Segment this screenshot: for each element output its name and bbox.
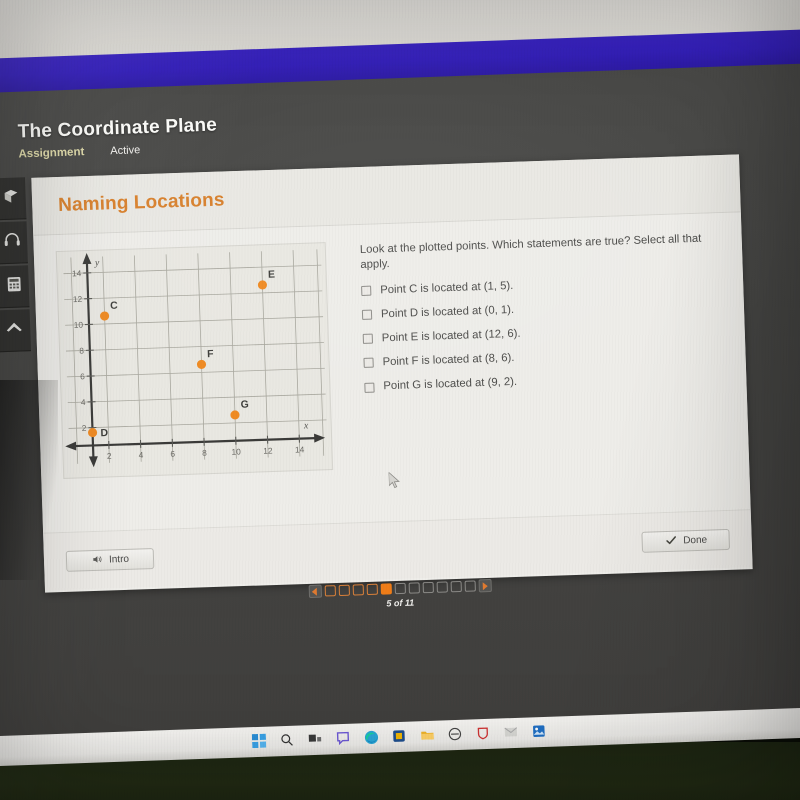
- assignment-label: Assignment: [18, 146, 85, 161]
- speaker-icon: [91, 553, 103, 567]
- pagination-square[interactable]: [422, 581, 434, 594]
- y-axis-arrow: [82, 253, 92, 265]
- monitor-photo: The Coordinate Plane Assignment Active N…: [0, 0, 800, 800]
- svg-text:10: 10: [74, 320, 84, 330]
- answer-option[interactable]: Point E is located at (12, 6).: [362, 321, 719, 346]
- pagination-square[interactable]: [338, 584, 350, 597]
- svg-text:8: 8: [79, 345, 84, 355]
- data-point-d: [88, 428, 98, 438]
- question-prompt: Look at the plotted points. Which statem…: [359, 232, 702, 271]
- pagination-square[interactable]: [366, 583, 378, 596]
- checkbox-icon[interactable]: [364, 382, 375, 393]
- shield-icon[interactable]: [476, 726, 493, 743]
- status-badge: Active: [110, 144, 141, 158]
- graph-svg: y x 14 12 10 8 6 4 2 2 4 6 8 10 12 14 CD…: [63, 249, 327, 468]
- pagination-square[interactable]: [408, 582, 420, 594]
- answer-option-label: Point E is located at (12, 6).: [381, 327, 521, 345]
- x-axis-arrow-left: [65, 441, 77, 451]
- x-axis-label: x: [303, 420, 309, 431]
- file-explorer-icon[interactable]: [420, 728, 437, 745]
- chevron-up-icon: [4, 317, 25, 343]
- triangle-left-icon: [311, 587, 317, 596]
- circle-slash-icon[interactable]: [448, 727, 465, 744]
- task-view-icon[interactable]: [308, 732, 325, 749]
- rail-item-audio[interactable]: [0, 221, 28, 265]
- answer-option-label: Point G is located at (9, 2).: [383, 375, 518, 393]
- chat-icon[interactable]: [336, 731, 353, 748]
- x-tick-labels: 2 4 6 8 10 12 14: [107, 444, 305, 461]
- checkbox-icon[interactable]: [361, 285, 372, 297]
- answer-option-label: Point F is located at (8, 6).: [382, 351, 515, 369]
- checkbox-icon[interactable]: [362, 334, 374, 345]
- svg-text:12: 12: [263, 445, 273, 455]
- headphones-icon: [3, 230, 22, 254]
- svg-text:2: 2: [82, 423, 87, 433]
- activity-title: Naming Locations: [57, 188, 225, 216]
- pagination-square[interactable]: [352, 584, 364, 596]
- svg-text:12: 12: [73, 294, 83, 304]
- pagination-prev-button[interactable]: [308, 584, 322, 599]
- checkmark-icon: [664, 534, 677, 548]
- data-point-c: [100, 311, 110, 321]
- pagination-square[interactable]: [450, 580, 462, 593]
- pagination-square[interactable]: [436, 581, 448, 593]
- svg-text:8: 8: [202, 448, 207, 458]
- svg-text:14: 14: [72, 268, 82, 278]
- rail-item-pen[interactable]: [0, 177, 27, 221]
- answer-option[interactable]: Point G is located at (9, 2).: [364, 369, 720, 394]
- y-axis-label: y: [94, 258, 100, 269]
- data-point-label-g: G: [240, 400, 248, 411]
- pagination-count: 5 of 11: [386, 597, 415, 609]
- data-point-label-c: C: [110, 301, 118, 312]
- coordinate-plane-graph: y x 14 12 10 8 6 4 2 2 4 6 8 10 12 14 C …: [55, 242, 334, 479]
- done-button[interactable]: Done: [641, 528, 731, 553]
- pen-icon: [2, 187, 20, 210]
- answer-option[interactable]: Point D is located at (0, 1).: [361, 297, 718, 322]
- data-point-g: [230, 410, 240, 420]
- pagination-square[interactable]: [324, 585, 336, 597]
- data-point-label-d: D: [100, 428, 108, 439]
- svg-text:4: 4: [81, 397, 86, 407]
- svg-text:4: 4: [138, 450, 143, 460]
- svg-text:2: 2: [107, 451, 112, 461]
- intro-button-label: Intro: [108, 553, 130, 566]
- svg-text:10: 10: [231, 446, 241, 456]
- svg-text:6: 6: [80, 371, 85, 381]
- answer-option-label: Point C is located at (1, 5).: [380, 279, 514, 297]
- svg-text:14: 14: [295, 444, 305, 454]
- intro-button[interactable]: Intro: [65, 547, 155, 572]
- answer-option[interactable]: Point F is located at (8, 6).: [363, 345, 719, 370]
- photos-icon[interactable]: [532, 724, 549, 741]
- edge-browser-icon[interactable]: [364, 730, 381, 747]
- activity-card: Naming Locations y x 14 12 10 8 6 4 2 2 …: [31, 154, 753, 593]
- mail-icon[interactable]: [504, 725, 521, 742]
- data-point-f: [196, 359, 207, 369]
- checkbox-icon[interactable]: [361, 309, 373, 321]
- mouse-cursor: [388, 471, 402, 494]
- answer-options-list: Point C is located at (1, 5). Point D is …: [361, 273, 720, 394]
- answer-option[interactable]: Point C is located at (1, 5).: [361, 273, 717, 298]
- data-point-label-e: E: [268, 270, 275, 281]
- rail-item-calculator[interactable]: [0, 265, 30, 309]
- answer-option-label: Point D is located at (0, 1).: [380, 303, 515, 321]
- data-point-e: [257, 280, 268, 290]
- triangle-right-icon: [482, 581, 488, 590]
- checkbox-icon[interactable]: [363, 358, 374, 369]
- microsoft-store-icon[interactable]: [392, 729, 409, 746]
- done-button-label: Done: [683, 534, 708, 547]
- y-axis-arrow-down: [88, 456, 98, 468]
- rail-item-collapse[interactable]: [0, 309, 32, 353]
- pagination-square[interactable]: [464, 580, 476, 592]
- search-icon[interactable]: [280, 733, 297, 750]
- pagination-square[interactable]: [394, 582, 406, 595]
- pagination-square[interactable]: [380, 583, 392, 595]
- windows-start-icon[interactable]: [251, 733, 269, 751]
- plotted-points: C D E F G: [88, 270, 275, 439]
- pagination-squares: [324, 580, 476, 597]
- calculator-icon: [5, 275, 23, 298]
- page-header: The Coordinate Plane Assignment Active: [17, 115, 218, 161]
- svg-text:6: 6: [170, 449, 175, 459]
- data-point-label-f: F: [207, 349, 214, 360]
- pagination-next-button[interactable]: [478, 578, 492, 593]
